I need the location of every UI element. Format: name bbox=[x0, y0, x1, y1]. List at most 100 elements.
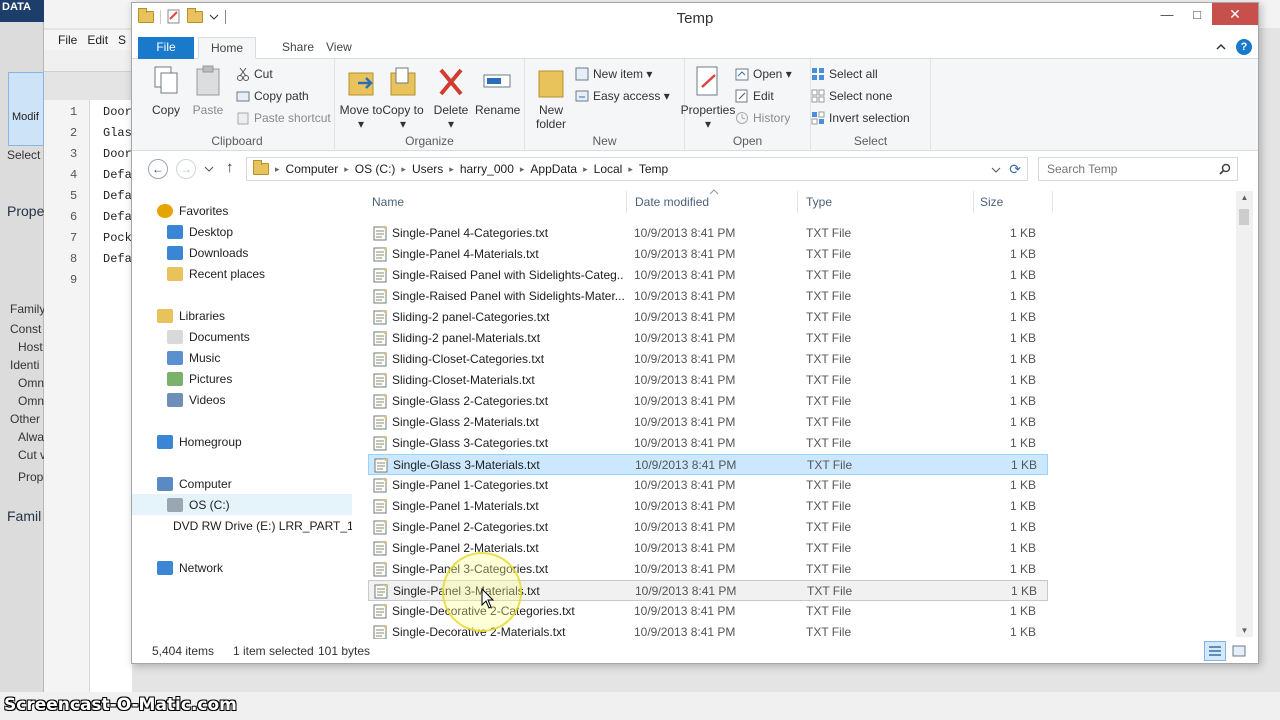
file-row[interactable]: Single-Panel 2-Categories.txt 10/9/2013 8… bbox=[368, 517, 1048, 538]
delete-button[interactable]: Delete ▾ bbox=[429, 65, 473, 131]
breadcrumb-separator[interactable]: ▸ bbox=[626, 164, 635, 175]
file-row[interactable]: Single-Raised Panel with Sidelights-Cate… bbox=[368, 265, 1048, 286]
search-input[interactable] bbox=[1047, 162, 1207, 176]
file-row[interactable]: Single-Panel 4-Materials.txt 10/9/2013 8:… bbox=[368, 244, 1048, 265]
breadcrumb-item[interactable]: AppData bbox=[526, 162, 581, 176]
file-row[interactable]: Single-Glass 3-Categories.txt 10/9/2013 8… bbox=[368, 433, 1048, 454]
maximize-button[interactable]: □ bbox=[1182, 3, 1212, 25]
file-row[interactable]: Single-Decorative 2-Materials.txt 10/9/20… bbox=[368, 622, 1048, 639]
nav-item[interactable]: OS (C:) bbox=[132, 494, 352, 515]
column-divider[interactable] bbox=[973, 191, 974, 213]
tab-view[interactable]: View bbox=[314, 37, 364, 59]
nav-item[interactable]: Homegroup bbox=[132, 431, 352, 452]
column-header-date[interactable]: Date modified bbox=[635, 195, 709, 209]
scroll-down-arrow[interactable]: ▼ bbox=[1236, 626, 1253, 635]
nav-item[interactable]: Recent places bbox=[132, 263, 352, 284]
breadcrumb-item[interactable]: Users bbox=[408, 162, 447, 176]
family-type-selector[interactable]: Family bbox=[10, 302, 47, 316]
breadcrumb-item[interactable]: Temp bbox=[635, 162, 672, 176]
file-row[interactable]: Single-Raised Panel with Sidelights-Mate… bbox=[368, 286, 1048, 307]
background-menu-edit[interactable]: Edit bbox=[87, 33, 108, 47]
file-row[interactable]: Sliding-2 panel-Materials.txt 10/9/2013 8… bbox=[368, 328, 1048, 349]
vertical-scrollbar[interactable]: ▲ ▼ bbox=[1236, 191, 1253, 637]
breadcrumb-separator[interactable]: ▸ bbox=[273, 164, 282, 175]
breadcrumb-item[interactable]: harry_000 bbox=[456, 162, 518, 176]
edit-button[interactable]: Edit bbox=[735, 89, 774, 103]
copy-path-button[interactable]: Copy path bbox=[236, 89, 309, 103]
nav-item[interactable]: Desktop bbox=[132, 221, 352, 242]
rename-button[interactable]: Rename bbox=[475, 65, 520, 117]
nav-item[interactable]: Videos bbox=[132, 389, 352, 410]
new-item-button[interactable]: New item ▾ bbox=[575, 67, 652, 81]
file-row[interactable]: Sliding-Closet-Categories.txt 10/9/2013 8… bbox=[368, 349, 1048, 370]
tab-home[interactable]: Home bbox=[198, 37, 257, 59]
cut-button[interactable]: Cut bbox=[236, 67, 273, 81]
back-button[interactable]: ← bbox=[148, 159, 168, 179]
nav-item[interactable]: DVD RW Drive (E:) LRR_PART_1 bbox=[132, 515, 352, 536]
address-dropdown-button[interactable] bbox=[991, 164, 1001, 178]
nav-item[interactable]: Documents bbox=[132, 326, 352, 347]
scrollbar-thumb[interactable] bbox=[1239, 209, 1249, 225]
background-menu-file[interactable]: File bbox=[58, 33, 77, 47]
nav-item[interactable]: Music bbox=[132, 347, 352, 368]
background-menu-s[interactable]: S bbox=[118, 33, 126, 47]
help-icon[interactable]: ? bbox=[1236, 39, 1252, 55]
close-button[interactable]: ✕ bbox=[1212, 3, 1258, 25]
search-icon[interactable] bbox=[1219, 163, 1231, 175]
file-row[interactable]: Single-Panel 2-Materials.txt 10/9/2013 8:… bbox=[368, 538, 1048, 559]
copy-button[interactable]: Copy bbox=[144, 65, 188, 117]
address-bar[interactable]: ▸ Computer ▸ OS (C:) ▸ Users ▸ harry_000 ▸ AppDat… bbox=[246, 157, 1028, 181]
nav-item[interactable]: Pictures bbox=[132, 368, 352, 389]
new-folder-button[interactable]: New folder bbox=[529, 65, 573, 131]
nav-item[interactable]: Downloads bbox=[132, 242, 352, 263]
paste-shortcut-button[interactable]: Paste shortcut bbox=[236, 111, 331, 125]
file-row[interactable]: Single-Panel 3-Categories.txt 10/9/2013 8… bbox=[368, 559, 1048, 580]
breadcrumb-item[interactable]: Computer bbox=[282, 162, 343, 176]
column-divider[interactable] bbox=[1052, 191, 1053, 213]
file-row[interactable]: Single-Panel 3-Materials.txt 10/9/2013 8:… bbox=[368, 580, 1048, 601]
nav-item[interactable]: Libraries bbox=[132, 305, 352, 326]
chevron-up-icon[interactable] bbox=[1216, 42, 1226, 52]
scroll-up-arrow[interactable]: ▲ bbox=[1236, 193, 1253, 202]
column-header-type[interactable]: Type bbox=[806, 195, 832, 209]
large-icons-view-button[interactable] bbox=[1228, 641, 1250, 661]
file-row[interactable]: Single-Panel 1-Materials.txt 10/9/2013 8:… bbox=[368, 496, 1048, 517]
file-row[interactable]: Single-Panel 4-Categories.txt 10/9/2013 8… bbox=[368, 223, 1048, 244]
open-button[interactable]: Open ▾ bbox=[735, 67, 792, 81]
history-button[interactable]: History bbox=[735, 111, 790, 125]
nav-item[interactable]: Favorites bbox=[132, 200, 352, 221]
file-row[interactable]: Single-Glass 2-Materials.txt 10/9/2013 8:… bbox=[368, 412, 1048, 433]
tab-file[interactable]: File bbox=[138, 37, 194, 59]
breadcrumb-separator[interactable]: ▸ bbox=[342, 164, 351, 175]
nav-item[interactable]: Computer bbox=[132, 473, 352, 494]
file-row[interactable]: Sliding-Closet-Materials.txt 10/9/2013 8:… bbox=[368, 370, 1048, 391]
breadcrumb-item[interactable]: Local bbox=[590, 162, 627, 176]
refresh-button[interactable]: ⟳ bbox=[1009, 161, 1021, 178]
column-header-size[interactable]: Size bbox=[980, 195, 1003, 209]
forward-button[interactable]: → bbox=[176, 159, 196, 179]
breadcrumb-separator[interactable]: ▸ bbox=[447, 164, 456, 175]
breadcrumb-separator[interactable]: ▸ bbox=[581, 164, 590, 175]
move-to-button[interactable]: Move to ▾ bbox=[339, 65, 383, 131]
breadcrumb-separator[interactable]: ▸ bbox=[518, 164, 527, 175]
copy-to-button[interactable]: Copy to ▾ bbox=[381, 65, 425, 131]
file-row[interactable]: Single-Panel 1-Categories.txt 10/9/2013 8… bbox=[368, 475, 1048, 496]
column-divider[interactable] bbox=[797, 191, 798, 213]
select-none-button[interactable]: Select none bbox=[811, 89, 892, 103]
nav-item[interactable]: Network bbox=[132, 557, 352, 578]
details-view-button[interactable] bbox=[1204, 641, 1226, 661]
column-divider[interactable] bbox=[626, 191, 627, 213]
file-row[interactable]: Sliding-2 panel-Categories.txt 10/9/2013 … bbox=[368, 307, 1048, 328]
column-header-name[interactable]: Name bbox=[372, 195, 404, 209]
file-row[interactable]: Single-Glass 2-Categories.txt 10/9/2013 8… bbox=[368, 391, 1048, 412]
title-bar[interactable]: Temp — □ ✕ bbox=[132, 3, 1258, 35]
paste-button[interactable]: Paste bbox=[186, 65, 230, 117]
up-button[interactable]: ↑ bbox=[226, 159, 234, 176]
minimize-button[interactable]: — bbox=[1152, 3, 1182, 25]
modify-button[interactable]: Modif bbox=[8, 72, 44, 146]
file-row[interactable]: Single-Decorative 2-Categories.txt 10/9/2… bbox=[368, 601, 1048, 622]
breadcrumb-item[interactable]: OS (C:) bbox=[351, 162, 400, 176]
file-row[interactable]: Single-Glass 3-Materials.txt 10/9/2013 8:… bbox=[368, 454, 1048, 475]
invert-selection-button[interactable]: Invert selection bbox=[811, 111, 910, 125]
breadcrumb-separator[interactable]: ▸ bbox=[399, 164, 408, 175]
